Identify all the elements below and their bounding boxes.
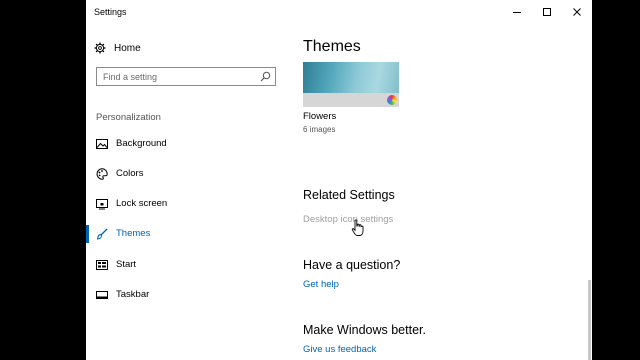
- page-title: Themes: [303, 38, 361, 55]
- color-swatch-icon: [387, 95, 397, 105]
- sidebar-item-label: Lock screen: [116, 198, 168, 209]
- feedback-heading: Make Windows better.: [303, 323, 426, 337]
- sidebar-item-label: Themes: [116, 228, 151, 239]
- start-icon: [96, 260, 108, 270]
- search-icon[interactable]: [260, 71, 271, 82]
- sidebar-item-label: Start: [116, 259, 137, 270]
- close-button[interactable]: [562, 1, 592, 23]
- theme-thumbnail[interactable]: [303, 62, 399, 107]
- hand-cursor-icon: [351, 219, 364, 236]
- home-label: Home: [114, 42, 141, 54]
- give-feedback-link[interactable]: Give us feedback: [303, 344, 376, 355]
- taskbar-icon: [96, 291, 108, 299]
- theme-image-count: 6 images: [303, 125, 336, 134]
- brush-icon: [96, 228, 108, 240]
- sidebar-item-themes[interactable]: Themes: [86, 223, 286, 245]
- sidebar-item-taskbar[interactable]: Taskbar: [86, 284, 286, 306]
- theme-taskbar-preview: [303, 93, 399, 107]
- image-icon: [96, 139, 108, 149]
- lock-screen-icon: [96, 199, 108, 210]
- palette-icon: [96, 168, 108, 180]
- maximize-icon: [543, 8, 551, 16]
- sidebar-item-background[interactable]: Background: [86, 133, 286, 155]
- maximize-button[interactable]: [532, 1, 562, 23]
- active-indicator: [86, 225, 89, 243]
- window-title: Settings: [94, 7, 127, 17]
- sidebar-item-label: Taskbar: [116, 289, 150, 300]
- related-settings-heading: Related Settings: [303, 188, 395, 202]
- settings-window: Settings Home Find a setting Personaliza…: [86, 0, 592, 360]
- search-input[interactable]: [97, 68, 263, 85]
- sidebar: Home Personalization Background Colors: [86, 26, 286, 360]
- close-icon: [573, 8, 581, 16]
- sidebar-item-label: Colors: [116, 168, 144, 179]
- home-link[interactable]: Home: [94, 40, 141, 56]
- get-help-link[interactable]: Get help: [303, 279, 339, 290]
- sidebar-item-start[interactable]: Start: [86, 254, 286, 276]
- sidebar-item-lock-screen[interactable]: Lock screen: [86, 193, 286, 215]
- desktop-icon-settings-link[interactable]: Desktop icon settings: [303, 214, 393, 225]
- question-heading: Have a question?: [303, 258, 401, 272]
- sidebar-item-colors[interactable]: Colors: [86, 163, 286, 185]
- search-box[interactable]: [96, 67, 276, 86]
- sidebar-item-label: Background: [116, 138, 167, 149]
- gear-icon: [94, 42, 106, 54]
- main-content: Themes Flowers 6 images Related Settings…: [303, 26, 583, 360]
- scrollbar[interactable]: [588, 280, 591, 360]
- theme-name: Flowers: [303, 111, 337, 122]
- title-bar: Settings: [86, 0, 592, 26]
- section-label: Personalization: [96, 112, 161, 123]
- minimize-button[interactable]: [502, 1, 532, 23]
- minimize-icon: [513, 12, 521, 13]
